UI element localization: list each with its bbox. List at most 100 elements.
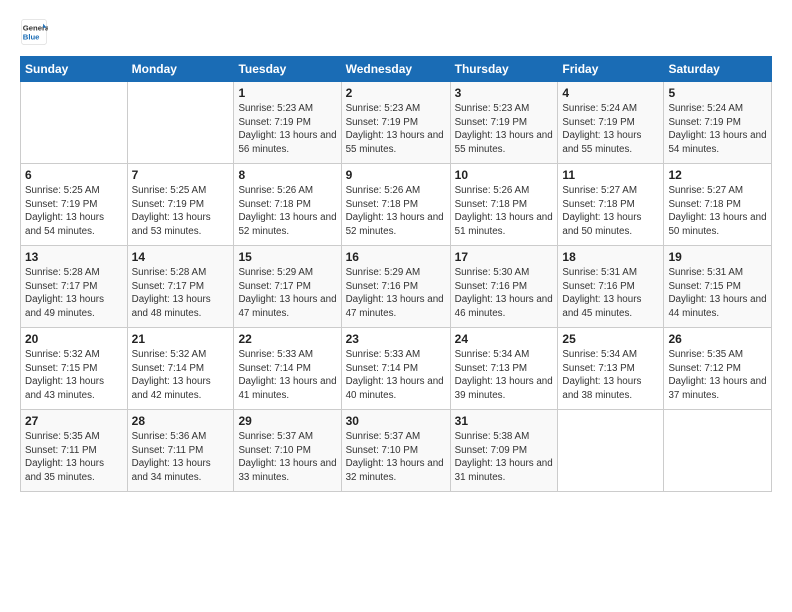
day-number: 24 <box>455 332 554 346</box>
day-number: 19 <box>668 250 767 264</box>
day-number: 28 <box>132 414 230 428</box>
calendar-cell <box>21 82 128 164</box>
day-number: 9 <box>346 168 446 182</box>
page: General Blue SundayMondayTuesdayWednesda… <box>0 0 792 612</box>
calendar-cell: 2 Sunrise: 5:23 AM Sunset: 7:19 PM Daylig… <box>341 82 450 164</box>
calendar-cell: 8Sunrise: 5:26 AM Sunset: 7:18 PM Daylig… <box>234 164 341 246</box>
header: General Blue <box>20 18 772 46</box>
calendar: SundayMondayTuesdayWednesdayThursdayFrid… <box>20 56 772 492</box>
day-info: Sunrise: 5:28 AM Sunset: 7:17 PM Dayligh… <box>25 266 123 321</box>
calendar-cell: 23Sunrise: 5:33 AM Sunset: 7:14 PM Dayli… <box>341 328 450 410</box>
calendar-week-3: 13Sunrise: 5:28 AM Sunset: 7:17 PM Dayli… <box>21 246 772 328</box>
calendar-cell: 11 Sunrise: 5:27 AM Sunset: 7:18 PM Dayli… <box>558 164 664 246</box>
calendar-cell: 17Sunrise: 5:30 AM Sunset: 7:16 PM Dayli… <box>450 246 558 328</box>
day-header-tuesday: Tuesday <box>234 57 341 82</box>
logo-icon: General Blue <box>20 18 48 46</box>
calendar-cell: 25 Sunrise: 5:34 AM Sunset: 7:13 PM Dayli… <box>558 328 664 410</box>
calendar-cell <box>664 410 772 492</box>
calendar-cell: 5Sunrise: 5:24 AM Sunset: 7:19 PM Daylig… <box>664 82 772 164</box>
day-info: Sunrise: 5:33 AM Sunset: 7:14 PM Dayligh… <box>238 348 336 403</box>
day-number: 15 <box>238 250 336 264</box>
day-header-thursday: Thursday <box>450 57 558 82</box>
calendar-cell: 28 Sunrise: 5:36 AM Sunset: 7:11 PM Dayli… <box>127 410 234 492</box>
day-header-wednesday: Wednesday <box>341 57 450 82</box>
calendar-week-2: 6 Sunrise: 5:25 AM Sunset: 7:19 PM Daylig… <box>21 164 772 246</box>
calendar-cell: 12Sunrise: 5:27 AM Sunset: 7:18 PM Dayli… <box>664 164 772 246</box>
calendar-cell: 10Sunrise: 5:26 AM Sunset: 7:18 PM Dayli… <box>450 164 558 246</box>
day-info: Sunrise: 5:24 AM Sunset: 7:19 PM Dayligh… <box>562 102 659 157</box>
day-number: 4 <box>562 86 659 100</box>
day-number: 27 <box>25 414 123 428</box>
calendar-cell: 22 Sunrise: 5:33 AM Sunset: 7:14 PM Dayli… <box>234 328 341 410</box>
day-number: 25 <box>562 332 659 346</box>
day-info: Sunrise: 5:24 AM Sunset: 7:19 PM Dayligh… <box>668 102 767 157</box>
calendar-week-1: 1 Sunrise: 5:23 AM Sunset: 7:19 PM Daylig… <box>21 82 772 164</box>
calendar-cell: 19 Sunrise: 5:31 AM Sunset: 7:15 PM Dayli… <box>664 246 772 328</box>
day-number: 11 <box>562 168 659 182</box>
day-number: 3 <box>455 86 554 100</box>
day-info: Sunrise: 5:32 AM Sunset: 7:15 PM Dayligh… <box>25 348 123 403</box>
day-info: Sunrise: 5:37 AM Sunset: 7:10 PM Dayligh… <box>238 430 336 485</box>
day-info: Sunrise: 5:27 AM Sunset: 7:18 PM Dayligh… <box>562 184 659 239</box>
calendar-cell: 20 Sunrise: 5:32 AM Sunset: 7:15 PM Dayli… <box>21 328 128 410</box>
calendar-cell: 29 Sunrise: 5:37 AM Sunset: 7:10 PM Dayli… <box>234 410 341 492</box>
calendar-cell: 18 Sunrise: 5:31 AM Sunset: 7:16 PM Dayli… <box>558 246 664 328</box>
day-number: 21 <box>132 332 230 346</box>
day-number: 22 <box>238 332 336 346</box>
day-number: 1 <box>238 86 336 100</box>
calendar-cell: 3 Sunrise: 5:23 AM Sunset: 7:19 PM Daylig… <box>450 82 558 164</box>
day-info: Sunrise: 5:36 AM Sunset: 7:11 PM Dayligh… <box>132 430 230 485</box>
calendar-week-5: 27 Sunrise: 5:35 AM Sunset: 7:11 PM Dayli… <box>21 410 772 492</box>
day-info: Sunrise: 5:23 AM Sunset: 7:19 PM Dayligh… <box>238 102 336 157</box>
day-info: Sunrise: 5:27 AM Sunset: 7:18 PM Dayligh… <box>668 184 767 239</box>
day-info: Sunrise: 5:31 AM Sunset: 7:15 PM Dayligh… <box>668 266 767 321</box>
day-number: 16 <box>346 250 446 264</box>
calendar-cell: 15 Sunrise: 5:29 AM Sunset: 7:17 PM Dayli… <box>234 246 341 328</box>
day-info: Sunrise: 5:25 AM Sunset: 7:19 PM Dayligh… <box>132 184 230 239</box>
day-number: 30 <box>346 414 446 428</box>
day-number: 6 <box>25 168 123 182</box>
calendar-cell <box>558 410 664 492</box>
day-info: Sunrise: 5:23 AM Sunset: 7:19 PM Dayligh… <box>455 102 554 157</box>
calendar-cell: 31Sunrise: 5:38 AM Sunset: 7:09 PM Dayli… <box>450 410 558 492</box>
svg-text:Blue: Blue <box>23 33 40 42</box>
day-info: Sunrise: 5:35 AM Sunset: 7:12 PM Dayligh… <box>668 348 767 403</box>
day-number: 18 <box>562 250 659 264</box>
day-info: Sunrise: 5:31 AM Sunset: 7:16 PM Dayligh… <box>562 266 659 321</box>
calendar-week-4: 20 Sunrise: 5:32 AM Sunset: 7:15 PM Dayli… <box>21 328 772 410</box>
day-number: 14 <box>132 250 230 264</box>
day-header-sunday: Sunday <box>21 57 128 82</box>
calendar-cell: 27 Sunrise: 5:35 AM Sunset: 7:11 PM Dayli… <box>21 410 128 492</box>
day-info: Sunrise: 5:38 AM Sunset: 7:09 PM Dayligh… <box>455 430 554 485</box>
day-info: Sunrise: 5:32 AM Sunset: 7:14 PM Dayligh… <box>132 348 230 403</box>
calendar-cell: 14 Sunrise: 5:28 AM Sunset: 7:17 PM Dayli… <box>127 246 234 328</box>
calendar-cell: 21 Sunrise: 5:32 AM Sunset: 7:14 PM Dayli… <box>127 328 234 410</box>
day-info: Sunrise: 5:30 AM Sunset: 7:16 PM Dayligh… <box>455 266 554 321</box>
day-number: 26 <box>668 332 767 346</box>
day-info: Sunrise: 5:23 AM Sunset: 7:19 PM Dayligh… <box>346 102 446 157</box>
day-number: 8 <box>238 168 336 182</box>
calendar-cell: 6 Sunrise: 5:25 AM Sunset: 7:19 PM Daylig… <box>21 164 128 246</box>
day-info: Sunrise: 5:34 AM Sunset: 7:13 PM Dayligh… <box>455 348 554 403</box>
day-number: 2 <box>346 86 446 100</box>
day-header-friday: Friday <box>558 57 664 82</box>
day-info: Sunrise: 5:29 AM Sunset: 7:17 PM Dayligh… <box>238 266 336 321</box>
day-info: Sunrise: 5:25 AM Sunset: 7:19 PM Dayligh… <box>25 184 123 239</box>
day-info: Sunrise: 5:28 AM Sunset: 7:17 PM Dayligh… <box>132 266 230 321</box>
calendar-cell: 7 Sunrise: 5:25 AM Sunset: 7:19 PM Daylig… <box>127 164 234 246</box>
day-number: 20 <box>25 332 123 346</box>
calendar-header-row: SundayMondayTuesdayWednesdayThursdayFrid… <box>21 57 772 82</box>
calendar-cell: 4 Sunrise: 5:24 AM Sunset: 7:19 PM Daylig… <box>558 82 664 164</box>
day-number: 10 <box>455 168 554 182</box>
day-info: Sunrise: 5:26 AM Sunset: 7:18 PM Dayligh… <box>346 184 446 239</box>
day-number: 29 <box>238 414 336 428</box>
day-info: Sunrise: 5:35 AM Sunset: 7:11 PM Dayligh… <box>25 430 123 485</box>
calendar-cell: 30 Sunrise: 5:37 AM Sunset: 7:10 PM Dayli… <box>341 410 450 492</box>
day-header-saturday: Saturday <box>664 57 772 82</box>
day-header-monday: Monday <box>127 57 234 82</box>
calendar-cell: 1 Sunrise: 5:23 AM Sunset: 7:19 PM Daylig… <box>234 82 341 164</box>
day-number: 7 <box>132 168 230 182</box>
day-info: Sunrise: 5:37 AM Sunset: 7:10 PM Dayligh… <box>346 430 446 485</box>
calendar-cell: 13Sunrise: 5:28 AM Sunset: 7:17 PM Dayli… <box>21 246 128 328</box>
day-info: Sunrise: 5:34 AM Sunset: 7:13 PM Dayligh… <box>562 348 659 403</box>
